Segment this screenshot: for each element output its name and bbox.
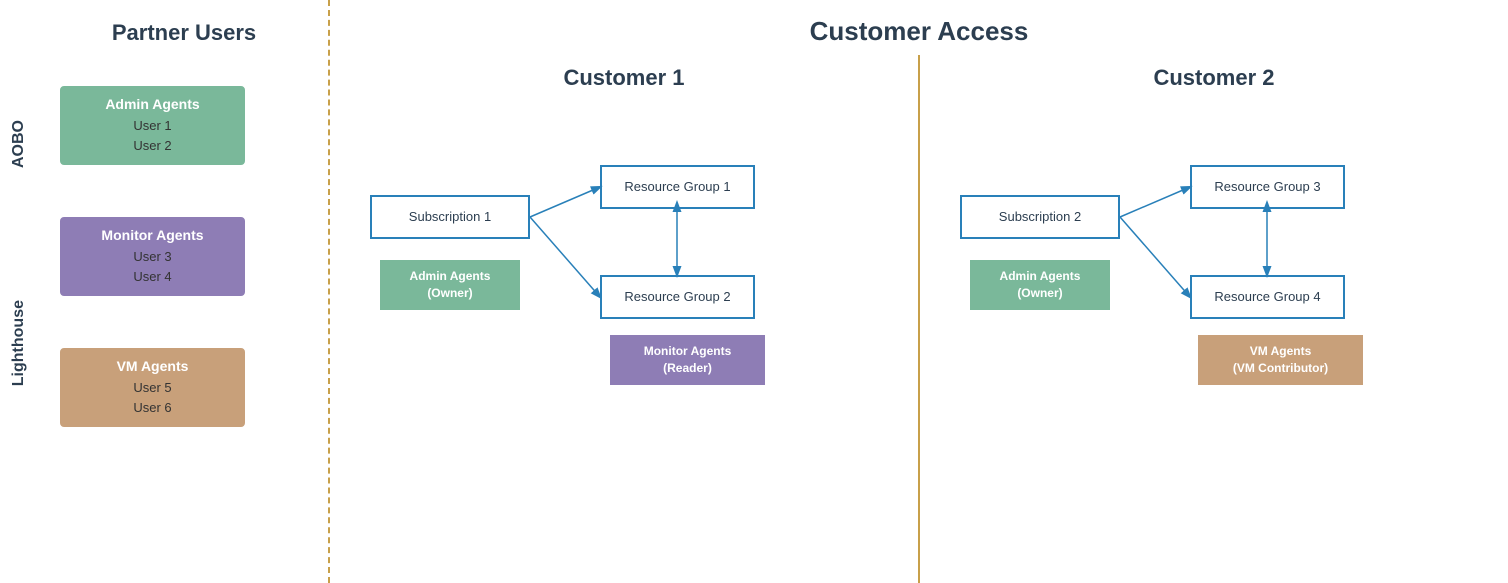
c1-admin-agents-box: Admin Agents(Owner) <box>380 260 520 310</box>
customer-access-panel: Customer Access Customer 1 Subscription … <box>330 0 1508 583</box>
customer-1-diagram: Subscription 1 Admin Agents(Owner) Resou… <box>350 115 898 563</box>
customer-2-diagram: Subscription 2 Admin Agents(Owner) Resou… <box>940 115 1488 563</box>
subscription-1-box: Subscription 1 <box>370 195 530 239</box>
aobo-label: AOBO <box>10 120 28 168</box>
customer-2-title: Customer 2 <box>1153 65 1274 91</box>
vm-agents-user5: User 5 <box>78 378 227 398</box>
c2-vm-agents-box: VM Agents(VM Contributor) <box>1198 335 1363 385</box>
customers-row: Customer 1 Subscription 1 Admin Agents(O… <box>330 55 1508 583</box>
monitor-agents-user3: User 3 <box>78 247 227 267</box>
vm-agents-group: VM Agents User 5 User 6 <box>60 348 245 427</box>
resource-group-1-box: Resource Group 1 <box>600 165 755 209</box>
vm-agents-user6: User 6 <box>78 398 227 418</box>
vm-agents-title: VM Agents <box>78 358 227 374</box>
resource-group-3-box: Resource Group 3 <box>1190 165 1345 209</box>
monitor-agents-title: Monitor Agents <box>78 227 227 243</box>
lighthouse-label: Lighthouse <box>10 300 28 386</box>
partner-panel: Partner Users AOBO Lighthouse Admin Agen… <box>0 0 330 583</box>
customer-access-title: Customer Access <box>330 0 1508 55</box>
customer-2-section: Customer 2 Subscription 2 Admin Agents(O… <box>920 55 1508 583</box>
customer-1-section: Customer 1 Subscription 1 Admin Agents(O… <box>330 55 918 583</box>
c2-admin-agents-box: Admin Agents(Owner) <box>970 260 1110 310</box>
admin-agents-group: Admin Agents User 1 User 2 <box>60 86 245 165</box>
admin-agents-title: Admin Agents <box>78 96 227 112</box>
customer-1-title: Customer 1 <box>563 65 684 91</box>
admin-agents-user2: User 2 <box>78 136 227 156</box>
monitor-agents-group: Monitor Agents User 3 User 4 <box>60 217 245 296</box>
c1-monitor-agents-box: Monitor Agents(Reader) <box>610 335 765 385</box>
resource-group-2-box: Resource Group 2 <box>600 275 755 319</box>
subscription-2-box: Subscription 2 <box>960 195 1120 239</box>
partner-title: Partner Users <box>112 20 256 46</box>
resource-group-4-box: Resource Group 4 <box>1190 275 1345 319</box>
monitor-agents-user4: User 4 <box>78 267 227 287</box>
admin-agents-user1: User 1 <box>78 116 227 136</box>
main-container: Partner Users AOBO Lighthouse Admin Agen… <box>0 0 1508 583</box>
